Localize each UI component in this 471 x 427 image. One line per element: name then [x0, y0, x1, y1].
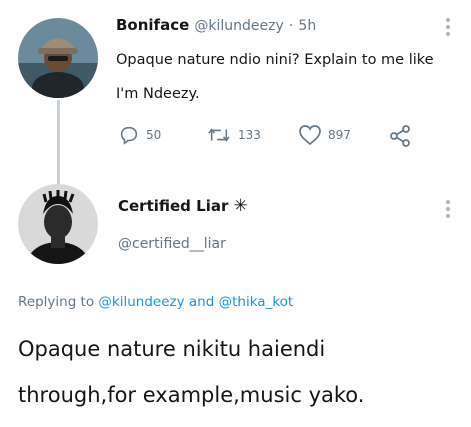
- reply-text-line2: through,for example,music yako.: [18, 383, 365, 407]
- sunburst-emoji-icon: ✳: [233, 196, 248, 216]
- retweet-count: 133: [238, 128, 261, 142]
- tweet-header: Boniface @kilundeezy · 5h: [116, 15, 316, 34]
- thread-line: [57, 100, 60, 184]
- more-options-icon[interactable]: [446, 18, 452, 39]
- replying-to-line: Replying to @kilundeezy and @thika_kot: [18, 294, 293, 310]
- reply-author-name-row: Certified Liar ✳: [118, 196, 248, 216]
- mention-kilundeezy[interactable]: @kilundeezy: [98, 294, 184, 310]
- reply-author-name[interactable]: Certified Liar: [118, 197, 228, 215]
- reply-text: Opaque nature nikitu haiendi through,for…: [18, 326, 458, 418]
- reply-icon: [120, 126, 138, 145]
- retweet-action[interactable]: 133: [206, 124, 261, 146]
- tweet-text-line2: I'm Ndeezy.: [116, 86, 200, 102]
- share-icon: [390, 125, 410, 147]
- reply-text-line1: Opaque nature nikitu haiendi: [18, 337, 326, 361]
- tweet-time[interactable]: 5h: [298, 18, 316, 34]
- tweet-text-line1: Opaque nature ndio nini? Explain to me l…: [116, 52, 434, 68]
- reply-count: 50: [146, 128, 162, 142]
- reply-action[interactable]: 50: [118, 124, 161, 146]
- author-name[interactable]: Boniface: [116, 16, 189, 34]
- mention-thika-kot[interactable]: @thika_kot: [219, 294, 294, 310]
- mention-and: and: [188, 294, 215, 310]
- avatar-boniface[interactable]: [18, 18, 98, 98]
- author-handle[interactable]: @kilundeezy: [194, 18, 283, 34]
- like-count: 897: [328, 128, 351, 142]
- avatar-certified-liar[interactable]: [18, 184, 98, 264]
- separator-dot: ·: [288, 18, 294, 34]
- reply-author-handle[interactable]: @certified__liar: [118, 236, 226, 252]
- share-action[interactable]: [388, 124, 412, 148]
- tweet-text: Opaque nature ndio nini? Explain to me l…: [116, 43, 456, 111]
- more-options-icon-reply[interactable]: [446, 200, 452, 221]
- retweet-icon: [208, 128, 230, 142]
- replying-prefix: Replying to: [18, 294, 95, 310]
- heart-icon: [299, 125, 321, 146]
- like-action[interactable]: 897: [298, 124, 351, 146]
